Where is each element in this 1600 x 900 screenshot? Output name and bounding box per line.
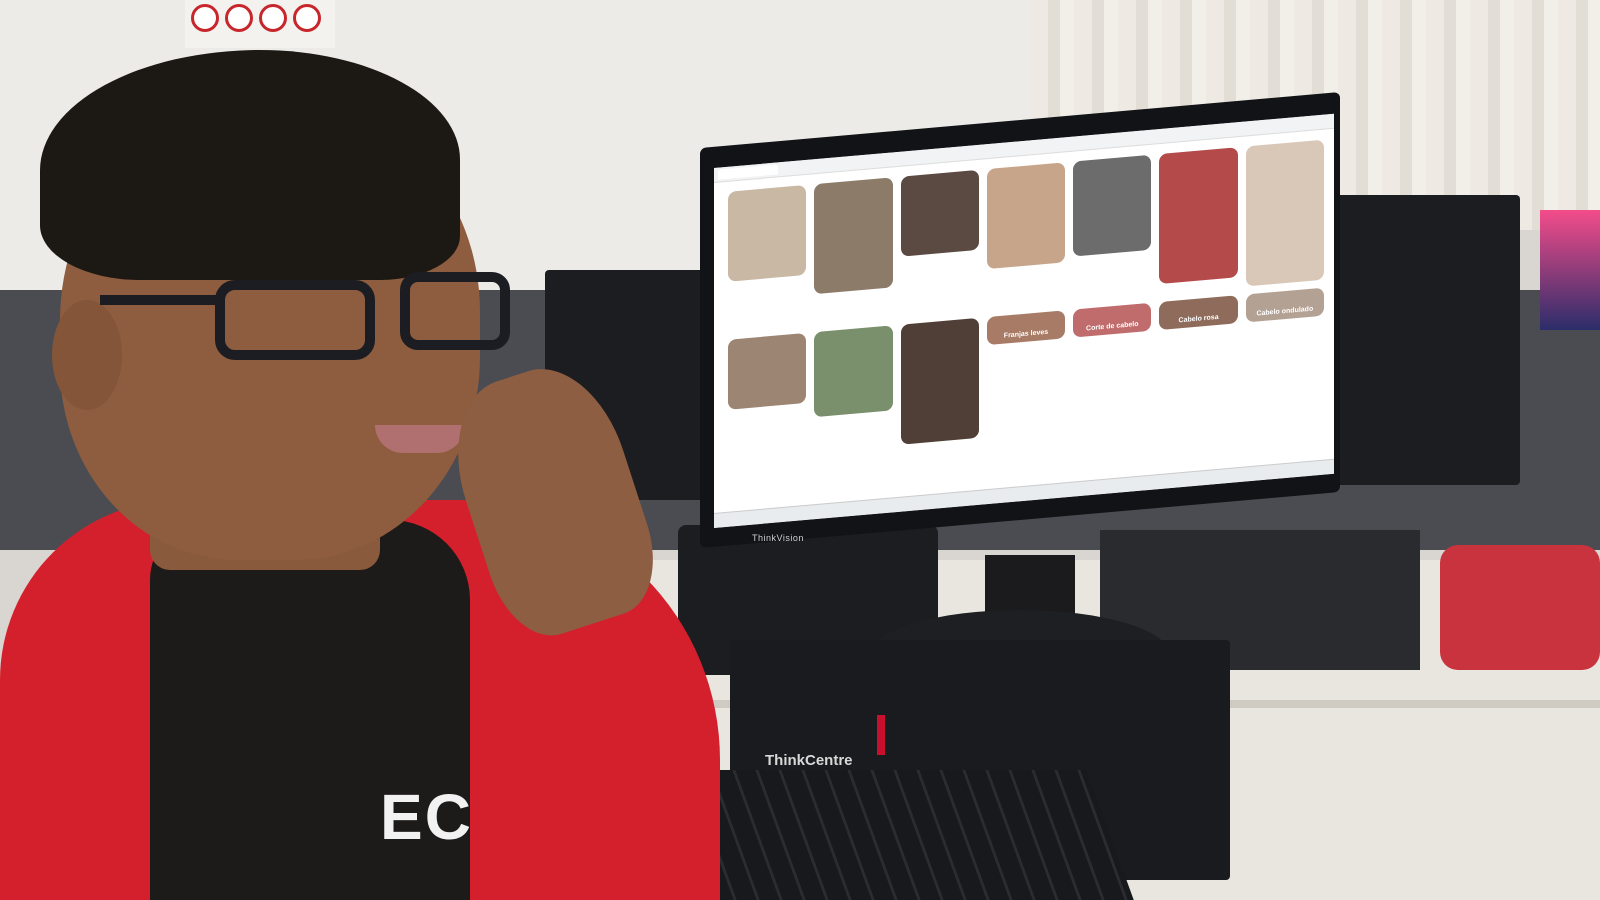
pin-card[interactable] <box>900 169 979 257</box>
pin-caption: Corte de cabelo <box>1086 320 1139 333</box>
person-ear <box>52 300 122 410</box>
prohibition-sign-icon <box>293 4 321 32</box>
photo-scene: Franjas leves Corte de cabelo Cabelo rosa C… <box>0 0 1600 900</box>
background-monitor-right <box>1310 195 1520 485</box>
pin-card[interactable]: Corte de cabelo <box>1073 302 1152 338</box>
monitor-brand: ThinkVision <box>752 533 804 543</box>
pin-card[interactable]: Franjas leves <box>986 310 1066 346</box>
background-screen <box>1540 210 1600 330</box>
pin-caption: Cabelo rosa <box>1178 313 1219 325</box>
person-mouth <box>375 425 465 453</box>
browser-tab <box>718 164 778 180</box>
glasses-icon <box>400 272 510 350</box>
prohibition-sign-icon <box>191 4 219 32</box>
pin-grid: Franjas leves Corte de cabelo Cabelo rosa C… <box>714 129 1334 461</box>
safety-signs <box>185 0 335 48</box>
pin-card[interactable] <box>900 317 979 445</box>
pin-card[interactable] <box>814 177 893 295</box>
keyboard <box>666 770 1134 900</box>
pin-caption: Franjas leves <box>1003 328 1049 340</box>
pin-card[interactable]: Cabelo ondulado <box>1245 287 1324 323</box>
pin-card[interactable] <box>728 184 807 282</box>
pc-stripe <box>877 715 885 755</box>
pin-card[interactable] <box>1159 147 1238 285</box>
pc-brand: ThinkCentre <box>765 752 853 769</box>
monitor-screen: Franjas leves Corte de cabelo Cabelo rosa C… <box>714 113 1334 529</box>
prohibition-sign-icon <box>259 4 287 32</box>
glasses-arm <box>100 295 220 305</box>
pin-card[interactable] <box>814 325 893 418</box>
shirt-logo: EC <box>380 781 473 853</box>
pin-card[interactable] <box>728 332 807 410</box>
prohibition-sign-icon <box>225 4 253 32</box>
pin-card[interactable]: Cabelo rosa <box>1159 295 1238 331</box>
pin-card[interactable] <box>986 162 1066 270</box>
pin-caption: Cabelo ondulado <box>1256 305 1314 318</box>
pin-card[interactable] <box>1245 139 1324 287</box>
pin-card[interactable] <box>1073 154 1152 257</box>
glasses-icon <box>215 280 375 360</box>
red-bag <box>1440 545 1600 670</box>
